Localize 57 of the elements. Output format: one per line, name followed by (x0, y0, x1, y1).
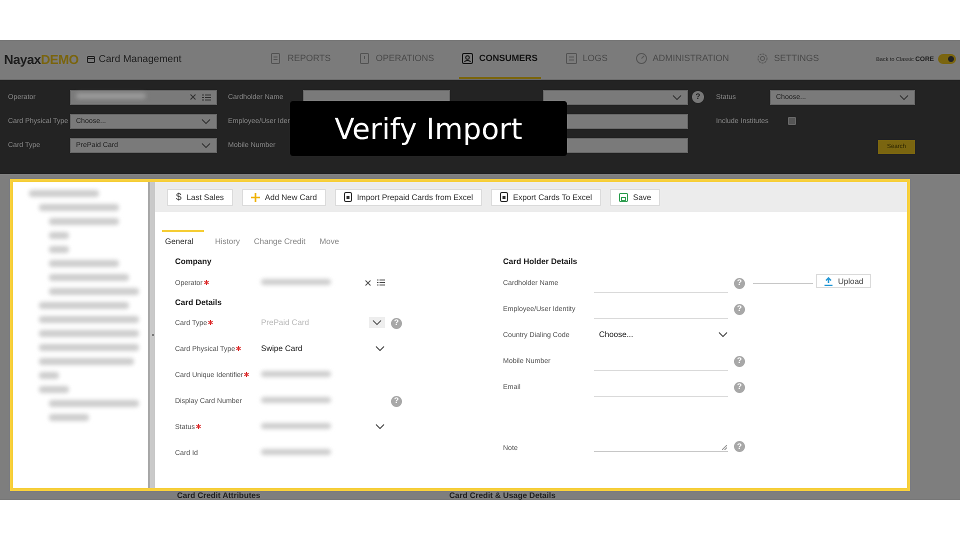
help-icon[interactable]: ? (734, 441, 745, 452)
help-icon[interactable]: ? (734, 304, 745, 314)
chevron-down-icon (375, 345, 385, 352)
tab[interactable]: Change Credit (250, 230, 308, 246)
chevron-down-icon (201, 118, 211, 125)
plus-icon (250, 192, 260, 202)
excel-file-icon (500, 192, 508, 202)
chevron-down-icon (201, 142, 211, 149)
toolbar-button[interactable]: Save (610, 188, 660, 206)
section-heading: Card Holder Details (503, 256, 578, 268)
card-icon (86, 56, 95, 63)
callout-toast: Verify Import (290, 101, 567, 156)
section-heading: Card Details (175, 296, 223, 308)
chevron-down-icon (372, 319, 382, 326)
close-icon (190, 94, 196, 100)
toolbar-button[interactable]: Import Prepaid Cards from Excel (334, 188, 482, 206)
tab[interactable]: History (212, 230, 243, 246)
help-icon[interactable]: ? (734, 356, 745, 366)
settings-icon (757, 52, 768, 64)
upload-button[interactable]: Upload (816, 274, 872, 288)
list-icon (566, 52, 577, 64)
upload-icon (824, 276, 833, 286)
section-heading: Card Credit & Usage Details (449, 491, 556, 500)
toolbar-button[interactable]: $ Last Sales (167, 188, 233, 206)
person-badge-icon (462, 52, 474, 64)
help-icon[interactable]: ? (391, 396, 402, 406)
section-heading: Company (175, 256, 212, 268)
tab[interactable]: General (162, 230, 204, 246)
select-field[interactable] (543, 90, 688, 105)
app-title: Card Management (98, 54, 182, 65)
help-icon[interactable]: ? (734, 278, 745, 288)
help-icon[interactable]: ? (734, 382, 745, 392)
document-icon (270, 52, 282, 64)
list-icon (202, 94, 211, 101)
toolbar-button[interactable]: Add New Card (242, 188, 326, 206)
logo: NayaxDEMO (4, 52, 79, 67)
excel-file-icon (344, 192, 352, 202)
help-icon[interactable]: ? (692, 91, 704, 104)
select-field[interactable]: Swipe Card (257, 339, 385, 359)
clipboard-icon (358, 52, 370, 64)
chevron-down-icon (672, 94, 682, 101)
select-field[interactable]: Choose... (594, 325, 728, 345)
chevron-down-icon (718, 331, 728, 338)
chevron-down-icon (375, 423, 385, 430)
gauge-icon (636, 52, 647, 64)
tab[interactable]: Move (316, 230, 342, 246)
section-heading: Card Credit Attributes (177, 491, 260, 500)
resize-grip-icon (722, 445, 727, 450)
checkbox[interactable] (788, 117, 796, 126)
toggle-switch[interactable] (938, 54, 956, 64)
splitter-handle[interactable] (148, 182, 155, 488)
save-icon (619, 192, 628, 202)
list-icon (377, 279, 385, 286)
toolbar-button[interactable]: Export Cards To Excel (491, 188, 601, 206)
chevron-down-icon (899, 94, 909, 101)
close-icon (365, 280, 371, 286)
lookup-field[interactable] (70, 90, 217, 105)
